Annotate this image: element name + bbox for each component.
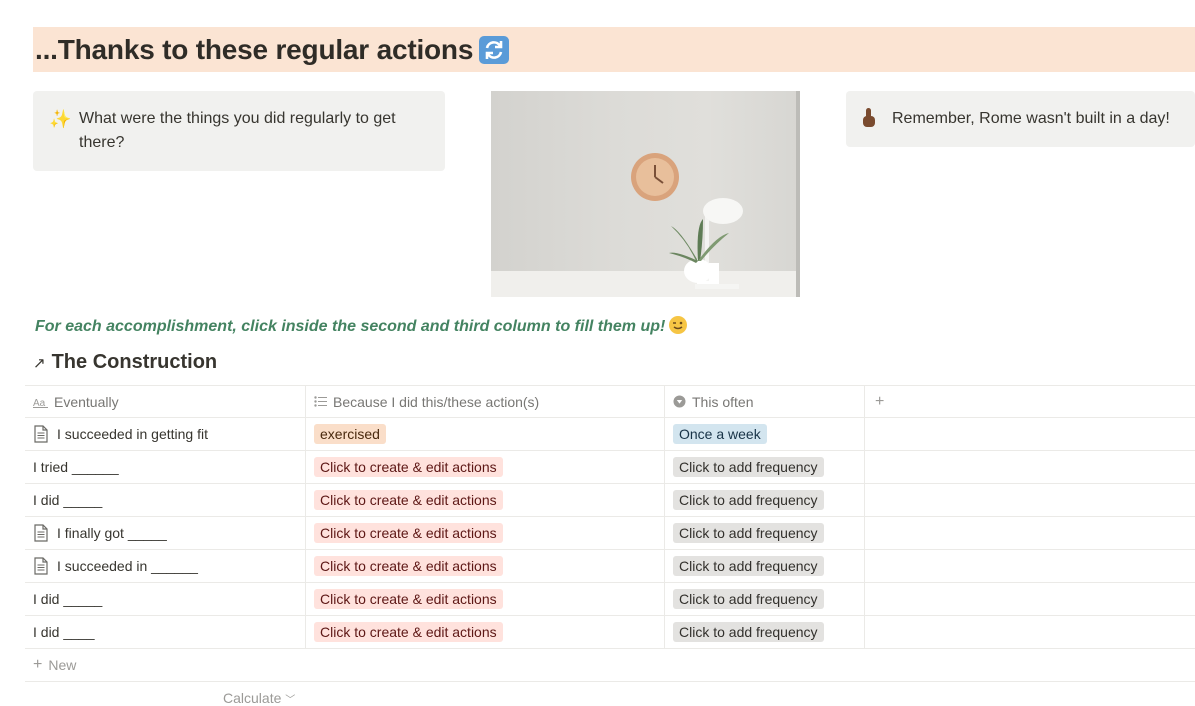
cell-eventually[interactable]: I succeeded in ______ bbox=[25, 550, 306, 582]
row-title[interactable]: I did ____ bbox=[33, 624, 95, 640]
cell-eventually[interactable]: I succeeded in getting fit bbox=[25, 418, 306, 450]
add-column-button[interactable]: + bbox=[865, 386, 1195, 417]
pointing-up-hand-icon bbox=[862, 107, 892, 147]
cell-frequency[interactable]: Click to add frequency bbox=[665, 517, 865, 549]
cell-frequency[interactable]: Click to add frequency bbox=[665, 583, 865, 615]
page-icon bbox=[33, 425, 49, 443]
cell-eventually[interactable]: I finally got _____ bbox=[25, 517, 306, 549]
table-row[interactable]: I tried ______ Click to create & edit act… bbox=[25, 451, 1195, 484]
column-header-label: This often bbox=[692, 393, 754, 410]
linked-arrow-icon: ↗ bbox=[33, 354, 46, 372]
cell-empty bbox=[865, 583, 1195, 615]
cell-frequency[interactable]: Click to add frequency bbox=[665, 484, 865, 516]
cell-actions[interactable]: Click to create & edit actions bbox=[306, 616, 665, 648]
action-tag[interactable]: exercised bbox=[314, 424, 386, 444]
page-heading-text: ...Thanks to these regular actions bbox=[35, 33, 474, 65]
frequency-tag[interactable]: Click to add frequency bbox=[673, 457, 824, 477]
frequency-tag[interactable]: Once a week bbox=[673, 424, 767, 444]
cell-eventually[interactable]: I did _____ bbox=[25, 583, 306, 615]
row-title[interactable]: I tried ______ bbox=[33, 459, 119, 475]
frequency-tag[interactable]: Click to add frequency bbox=[673, 589, 824, 609]
action-tag[interactable]: Click to create & edit actions bbox=[314, 457, 503, 477]
cell-actions[interactable]: Click to create & edit actions bbox=[306, 484, 665, 516]
cell-actions[interactable]: Click to create & edit actions bbox=[306, 550, 665, 582]
frequency-tag[interactable]: Click to add frequency bbox=[673, 523, 824, 543]
page-icon bbox=[33, 557, 49, 575]
svg-text:Aa: Aa bbox=[33, 398, 46, 408]
database-title-text: The Construction bbox=[51, 351, 218, 373]
add-row-label: New bbox=[48, 657, 77, 673]
select-property-icon bbox=[673, 395, 686, 408]
sparkles-icon: ✨ bbox=[49, 109, 72, 129]
frequency-tag[interactable]: Click to add frequency bbox=[673, 622, 824, 642]
action-tag[interactable]: Click to create & edit actions bbox=[314, 523, 503, 543]
callout-reminder[interactable]: Remember, Rome wasn't built in a day! bbox=[846, 91, 1195, 147]
table-row[interactable]: I succeeded in ______ Click to create & e… bbox=[25, 550, 1195, 583]
column-header-eventually[interactable]: Aa Eventually bbox=[25, 386, 306, 417]
add-row-button[interactable]: + New bbox=[25, 649, 1195, 682]
callout-question[interactable]: ✨ What were the things you did regularly… bbox=[33, 91, 445, 171]
cell-eventually[interactable]: I did _____ bbox=[25, 484, 306, 516]
cell-frequency[interactable]: Click to add frequency bbox=[665, 451, 865, 483]
refresh-icon bbox=[479, 35, 510, 64]
action-tag[interactable]: Click to create & edit actions bbox=[314, 589, 503, 609]
cell-eventually[interactable]: I tried ______ bbox=[25, 451, 306, 483]
row-title[interactable]: I finally got _____ bbox=[57, 525, 167, 541]
wink-emoji-icon bbox=[669, 316, 688, 334]
instruction-hint-text: For each accomplishment, click inside th… bbox=[35, 318, 666, 335]
heading-banner: ...Thanks to these regular actions bbox=[33, 27, 1195, 72]
table-row[interactable]: I finally got _____ Click to create & edi… bbox=[25, 517, 1195, 550]
cell-actions[interactable]: Click to create & edit actions bbox=[306, 451, 665, 483]
cell-empty bbox=[865, 517, 1195, 549]
plus-icon: + bbox=[33, 656, 43, 673]
column-header-actions[interactable]: Because I did this/these action(s) bbox=[306, 386, 665, 417]
callout-question-text: What were the things you did regularly t… bbox=[79, 110, 396, 151]
cell-frequency[interactable]: Click to add frequency bbox=[665, 550, 865, 582]
plus-icon: + bbox=[875, 392, 885, 410]
instruction-hint: For each accomplishment, click inside th… bbox=[35, 316, 688, 337]
cell-frequency[interactable]: Once a week bbox=[665, 418, 865, 450]
database-table: Aa Eventually Because I did this/these a… bbox=[25, 385, 1195, 682]
action-tag[interactable]: Click to create & edit actions bbox=[314, 556, 503, 576]
cell-actions[interactable]: exercised bbox=[306, 418, 665, 450]
frequency-tag[interactable]: Click to add frequency bbox=[673, 490, 824, 510]
cell-empty bbox=[865, 484, 1195, 516]
page-heading: ...Thanks to these regular actions bbox=[35, 33, 510, 66]
table-header-row: Aa Eventually Because I did this/these a… bbox=[25, 385, 1195, 418]
column-header-frequency[interactable]: This often bbox=[665, 386, 865, 417]
cell-empty bbox=[865, 616, 1195, 648]
cell-frequency[interactable]: Click to add frequency bbox=[665, 616, 865, 648]
table-row[interactable]: I succeeded in getting fit exercised Once … bbox=[25, 418, 1195, 451]
action-tag[interactable]: Click to create & edit actions bbox=[314, 490, 503, 510]
action-tag[interactable]: Click to create & edit actions bbox=[314, 622, 503, 642]
frequency-tag[interactable]: Click to add frequency bbox=[673, 556, 824, 576]
list-property-icon bbox=[314, 396, 327, 407]
column-header-label: Because I did this/these action(s) bbox=[333, 393, 540, 410]
table-row[interactable]: I did ____ Click to create & edit actions… bbox=[25, 616, 1195, 649]
page-icon bbox=[33, 524, 49, 542]
cell-empty bbox=[865, 451, 1195, 483]
text-property-icon: Aa bbox=[33, 396, 48, 408]
cell-eventually[interactable]: I did ____ bbox=[25, 616, 306, 648]
column-header-label: Eventually bbox=[54, 393, 119, 410]
cell-actions[interactable]: Click to create & edit actions bbox=[306, 517, 665, 549]
table-row[interactable]: I did _____ Click to create & edit action… bbox=[25, 484, 1195, 517]
row-title[interactable]: I succeeded in ______ bbox=[57, 558, 198, 574]
row-title[interactable]: I succeeded in getting fit bbox=[57, 426, 208, 442]
wall-clock-plant-lamp-photo bbox=[491, 91, 800, 297]
row-title[interactable]: I did _____ bbox=[33, 591, 102, 607]
table-row[interactable]: I did _____ Click to create & edit action… bbox=[25, 583, 1195, 616]
cell-actions[interactable]: Click to create & edit actions bbox=[306, 583, 665, 615]
callout-reminder-text: Remember, Rome wasn't built in a day! bbox=[892, 110, 1170, 127]
cell-empty bbox=[865, 550, 1195, 582]
cell-empty bbox=[865, 418, 1195, 450]
chevron-down-icon: ﹀ bbox=[285, 695, 296, 706]
database-title[interactable]: ↗ The Construction bbox=[33, 351, 217, 374]
row-title[interactable]: I did _____ bbox=[33, 492, 102, 508]
